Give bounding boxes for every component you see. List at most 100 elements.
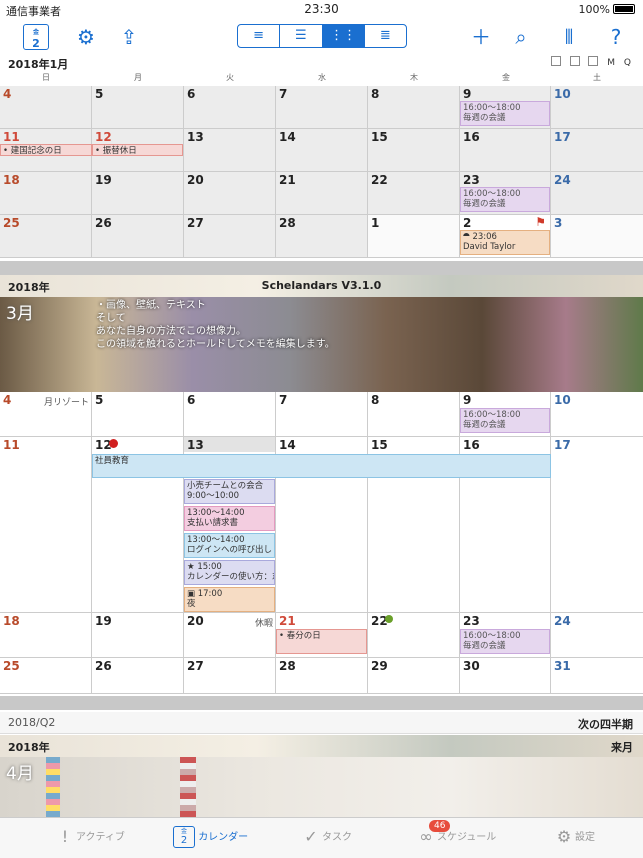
day-view-icon[interactable] — [550, 56, 561, 66]
day-cell[interactable]: 5 — [92, 392, 184, 437]
day-cell[interactable]: 20 休暇 — [184, 613, 276, 658]
next-quarter-button[interactable]: 次の四半期 — [578, 716, 633, 732]
day-cell[interactable]: 15 — [368, 129, 460, 172]
plus-icon[interactable]: ＋ — [468, 24, 494, 50]
day-cell[interactable]: 23 16:00〜18:00 毎週の会議 — [460, 613, 551, 658]
day-cell[interactable]: 17 — [551, 129, 643, 172]
day-cell[interactable]: 14 — [276, 129, 368, 172]
next-month-button[interactable]: 来月 — [611, 739, 633, 755]
event-login-call[interactable]: 13:00〜14:00 ログインへの呼び出し — [184, 533, 275, 558]
pin-view-icon[interactable] — [588, 56, 599, 66]
day-cell[interactable]: 8 — [368, 392, 460, 437]
day-cell[interactable]: 26 — [92, 658, 184, 694]
day-cell[interactable]: 28 — [276, 215, 368, 258]
gear-icon[interactable]: ⚙ — [73, 24, 99, 50]
day-cell[interactable]: 21 — [276, 172, 368, 215]
day-cell[interactable]: 27 — [184, 215, 276, 258]
day-cell[interactable]: 11 — [0, 437, 92, 613]
day-cell[interactable]: 22 — [368, 613, 460, 658]
march-photo-memo[interactable]: 3月 ・画像、壁紙、テキスト そして あなた自身の方法でこの想像力。 この領域を触れる… — [0, 297, 643, 392]
event-retail-meeting[interactable]: 小売チームとの会合 9:00〜10:00 — [184, 479, 275, 504]
event-holiday[interactable]: • 振替休日 — [92, 144, 183, 156]
week-view-icon[interactable] — [569, 56, 580, 66]
day-cell[interactable]: 28 — [276, 658, 368, 694]
day-cell[interactable]: 13 — [184, 129, 276, 172]
event-weekly-meeting[interactable]: 16:00〜18:00 毎週の会議 — [460, 187, 550, 212]
day-cell[interactable]: 10 — [551, 392, 643, 437]
day-cell[interactable]: 24 — [551, 172, 643, 215]
tab-calendar[interactable]: 金2 カレンダー — [173, 826, 248, 848]
event-holiday[interactable]: • 春分の日 — [276, 629, 367, 654]
quarter-bar: 2018/Q2 次の四半期 — [0, 712, 643, 734]
day-cell[interactable]: 9 16:00〜18:00 毎週の会議 — [460, 392, 551, 437]
event-calendar-howto[interactable]: ★ 15:00 カレンダーの使い方：ﾇ — [184, 560, 275, 585]
day-cell[interactable]: 4 月リゾート — [0, 392, 92, 437]
day-cell[interactable]: 27 — [184, 658, 276, 694]
search-icon[interactable]: ⌕ — [508, 24, 534, 50]
view-mode-switcher: M Q — [545, 56, 631, 68]
day-cell[interactable]: 16 — [460, 129, 551, 172]
day-cell[interactable]: 26 — [92, 215, 184, 258]
day-cell[interactable]: 12 • 振替休日 — [92, 129, 184, 172]
tab-schedule[interactable]: 46 ∞ スケジュール — [415, 820, 496, 848]
quarter-mode-button[interactable]: Q — [624, 58, 631, 68]
day-cell[interactable]: 25 — [0, 658, 92, 694]
grid-view-icon[interactable]: ⋮⋮ — [322, 25, 365, 47]
april-photo-memo[interactable]: 4月 — [0, 757, 643, 817]
share-icon[interactable]: ⇪ — [116, 24, 142, 50]
list-view-icon[interactable]: ≡ — [238, 25, 281, 47]
day-cell[interactable]: 21 • 春分の日 — [276, 613, 368, 658]
day-cell[interactable]: 6 — [184, 86, 276, 129]
day-cell[interactable]: 18 — [0, 172, 92, 215]
text-view-icon[interactable]: ≣ — [365, 25, 406, 47]
day-cell[interactable]: 11 • 建国記念の日 — [0, 129, 92, 172]
day-cell[interactable]: 18 — [0, 613, 92, 658]
help-icon[interactable]: ? — [603, 24, 629, 50]
event-employee-training[interactable]: 社員教育 — [92, 454, 551, 478]
image-thumb-icon: ▣ — [187, 589, 196, 599]
columns-icon[interactable]: ⦀ — [556, 24, 582, 50]
day-cell[interactable]: 24 — [551, 613, 643, 658]
day-cell-today[interactable]: 2 ⚑ ⯊ 23:06 David Taylor — [460, 215, 551, 258]
day-cell[interactable]: 5 — [92, 86, 184, 129]
day-cell[interactable]: 10 — [551, 86, 643, 129]
event-weekly-meeting[interactable]: 16:00〜18:00 毎週の会議 — [460, 408, 550, 433]
day-cell[interactable]: 19 — [92, 172, 184, 215]
day-cell[interactable]: 6 — [184, 392, 276, 437]
section-separator — [0, 261, 643, 275]
day-cell[interactable]: 8 — [368, 86, 460, 129]
event-weekly-meeting[interactable]: 16:00〜18:00 毎週の会議 — [460, 101, 550, 126]
month-header: 2018年1月 M Q 日 月 火 水 木 金 土 — [0, 56, 643, 86]
event-invoice[interactable]: 13:00〜14:00 支払い請求書 — [184, 506, 275, 531]
day-cell[interactable]: 17 — [551, 437, 643, 613]
weekday-mon: 月 — [134, 73, 142, 82]
tab-bar: ! アクティブ 金2 カレンダー ✓ タスク 46 ∞ スケジュール ⚙ 設定 — [0, 817, 643, 858]
day-cell[interactable]: 4 — [0, 86, 92, 129]
tab-settings[interactable]: ⚙ 設定 — [553, 826, 595, 848]
event-weekly-meeting[interactable]: 16:00〜18:00 毎週の会議 — [460, 629, 550, 654]
day-cell[interactable]: 29 — [368, 658, 460, 694]
day-cell[interactable]: 22 — [368, 172, 460, 215]
day-cell[interactable]: 30 — [460, 658, 551, 694]
day-cell[interactable]: 7 — [276, 392, 368, 437]
day-cell[interactable]: 23 16:00〜18:00 毎週の会議 — [460, 172, 551, 215]
weekday-sat: 土 — [593, 73, 601, 82]
tab-tasks[interactable]: ✓ タスク — [300, 826, 352, 848]
event-holiday[interactable]: • 建国記念の日 — [0, 144, 92, 156]
event-birthday[interactable]: ⯊ 23:06 David Taylor — [460, 230, 550, 255]
day-cell[interactable]: 3 — [551, 215, 643, 258]
exclamation-icon: ! — [61, 827, 69, 846]
day-cell[interactable]: 20 — [184, 172, 276, 215]
day-cell[interactable]: 19 — [92, 613, 184, 658]
today-calendar-icon[interactable]: 金2 — [23, 24, 49, 50]
day-cell[interactable]: 9 16:00〜18:00 毎週の会議 — [460, 86, 551, 129]
day-cell[interactable]: 1 — [368, 215, 460, 258]
day-cell[interactable]: 7 — [276, 86, 368, 129]
detail-view-icon[interactable]: ☰ — [280, 25, 323, 47]
tab-active[interactable]: ! アクティブ — [54, 826, 125, 848]
day-cell[interactable]: 25 — [0, 215, 92, 258]
event-night[interactable]: ▣ 17:00 夜 — [184, 587, 275, 612]
checkmark-icon: ✓ — [304, 827, 318, 846]
month-mode-button[interactable]: M — [607, 58, 615, 68]
day-cell[interactable]: 31 — [551, 658, 643, 694]
